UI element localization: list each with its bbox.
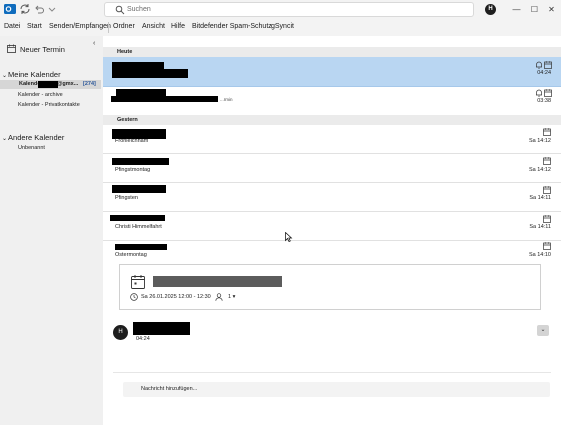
redacted-block	[111, 96, 218, 102]
clock-icon	[130, 293, 138, 301]
person-icon	[215, 293, 223, 301]
collapse-pane-icon[interactable]: ‹	[93, 40, 95, 47]
menu-view[interactable]: Ansicht	[142, 23, 165, 30]
attendee-count[interactable]: 1 ▾	[228, 294, 235, 300]
meeting-time: Sa 26.01.2025 12:00 - 12:30	[141, 294, 211, 300]
menu-send-receive[interactable]: Senden/Empfangen	[49, 23, 111, 30]
minimize-button[interactable]: —	[510, 3, 523, 16]
menu-bitdefender[interactable]: Bitdefender Spam-Schutz	[192, 23, 272, 30]
title-bar: Suchen H — ☐ ✕	[0, 0, 561, 19]
item-time: Sa 14:12	[528, 167, 551, 173]
other-calendars-label: Andere Kalender	[8, 133, 65, 142]
calendar-add-icon	[7, 44, 16, 53]
maximize-button[interactable]: ☐	[528, 3, 541, 16]
redacted-block	[112, 62, 164, 69]
calendar-item-privatkontakte[interactable]: Kalender - Privatkontakte	[18, 102, 80, 108]
item-subject: Pfingsten	[115, 195, 138, 201]
section-header-yesterday-label: Gestern	[117, 117, 138, 123]
item-subject: Fronleichnam	[115, 138, 149, 144]
reminder-bell-icon	[536, 89, 542, 97]
search-icon	[115, 5, 125, 15]
calendar-icon	[543, 242, 551, 250]
redacted-block	[110, 215, 165, 221]
redacted-block	[112, 69, 188, 78]
reminder-bell-icon	[536, 61, 542, 69]
attendee-count-value: 1	[228, 294, 232, 300]
item-subject: Ostermontag	[115, 252, 147, 258]
item-time: 03:38	[537, 98, 551, 104]
item-subject-tail: ...rmin	[220, 97, 233, 102]
redacted-block	[115, 244, 167, 250]
my-calendars-group[interactable]: ⌄Meine Kalender	[2, 70, 61, 79]
close-button[interactable]: ✕	[545, 3, 558, 16]
item-subject: Christi Himmelfahrt	[115, 224, 162, 230]
section-header-yesterday: Gestern	[103, 115, 561, 125]
redacted-block	[116, 89, 166, 96]
calendar-icon	[543, 157, 551, 165]
my-calendars-label: Meine Kalender	[8, 70, 61, 79]
chevron-down-icon: ⌄	[2, 73, 8, 79]
list-item[interactable]: Pfingsten Sa 14:11	[103, 183, 561, 212]
list-item[interactable]: Pfingstmontag Sa 14:12	[103, 154, 561, 183]
redacted-title-bar	[153, 276, 282, 287]
divider	[113, 372, 551, 373]
redacted-block	[38, 81, 58, 88]
add-message-input[interactable]: Nachricht hinzufügen...	[123, 382, 550, 397]
list-item[interactable]: Ostermontag Sa 14:10	[103, 241, 561, 265]
list-item[interactable]: Christi Himmelfahrt Sa 14:11	[103, 212, 561, 241]
undo-icon[interactable]	[33, 3, 45, 15]
search-box[interactable]: Suchen	[104, 2, 474, 17]
outlook-logo-icon	[4, 4, 16, 14]
calendar-item-unbenannt[interactable]: Unbenannt	[18, 145, 45, 151]
add-message-placeholder: Nachricht hinzufügen...	[141, 386, 198, 392]
calendar-icon	[543, 128, 551, 136]
calendar-icon	[131, 275, 145, 289]
menu-file[interactable]: Datei	[4, 23, 20, 30]
section-header-today-label: Heute	[117, 49, 133, 55]
calendar-icon	[544, 89, 552, 97]
calendar-icon	[543, 186, 551, 194]
calendar-item-suffix: @gmx...	[57, 81, 79, 87]
sender-avatar: H	[113, 325, 128, 340]
other-calendars-group[interactable]: ⌄Andere Kalender	[2, 133, 64, 142]
calendar-item-archive[interactable]: Kalender - archive	[18, 92, 63, 98]
menu-folder[interactable]: Ordner	[113, 23, 135, 30]
redacted-block	[112, 185, 166, 193]
calendar-icon	[543, 215, 551, 223]
sync-icon[interactable]	[19, 3, 31, 15]
item-time: Sa 14:12	[528, 138, 551, 144]
customize-toolbar-chevron-icon[interactable]	[46, 3, 58, 15]
new-appointment-label: Neuer Termin	[20, 45, 65, 54]
mouse-cursor-icon	[285, 232, 293, 242]
list-item[interactable]: 04:24	[103, 57, 561, 87]
profile-avatar[interactable]: H	[485, 4, 496, 15]
redacted-block	[133, 322, 190, 335]
list-item[interactable]: Fronleichnam Sa 14:12	[103, 125, 561, 154]
menu-start[interactable]: Start	[27, 23, 42, 30]
calendar-sidebar: Neuer Termin ‹ ⌄Meine Kalender Kalender …	[0, 36, 103, 425]
item-time: 04:24	[537, 70, 551, 76]
section-header-today: Heute	[103, 47, 561, 57]
menu-bar: Datei Start Senden/Empfangen Ordner Ansi…	[0, 19, 561, 36]
redacted-block	[112, 158, 169, 165]
item-time: Sa 14:10	[528, 252, 551, 258]
calendar-item-count: [274]	[83, 81, 96, 87]
chevron-down-icon: ⌄	[2, 136, 8, 142]
expand-chevron-button[interactable]: ⌄	[537, 325, 549, 336]
item-time: Sa 14:11	[529, 195, 551, 201]
menu-gsyncit[interactable]: gSyncit	[271, 23, 294, 30]
list-item[interactable]: ...rmin 03:38	[103, 87, 561, 116]
search-placeholder: Suchen	[127, 6, 151, 13]
item-time: Sa 14:11	[529, 224, 551, 230]
sent-time: 04:24	[136, 336, 150, 342]
item-subject: Pfingstmontag	[115, 167, 151, 173]
calendar-icon	[544, 61, 552, 69]
meeting-preview-card[interactable]: Sa 26.01.2025 12:00 - 12:30 1 ▾	[119, 264, 541, 310]
menu-help[interactable]: Hilfe	[171, 23, 185, 30]
menu-separator	[108, 22, 109, 33]
calendar-item-list: Heute 04:24 ...rmin 03:38 Gestern Fronle…	[103, 36, 561, 425]
